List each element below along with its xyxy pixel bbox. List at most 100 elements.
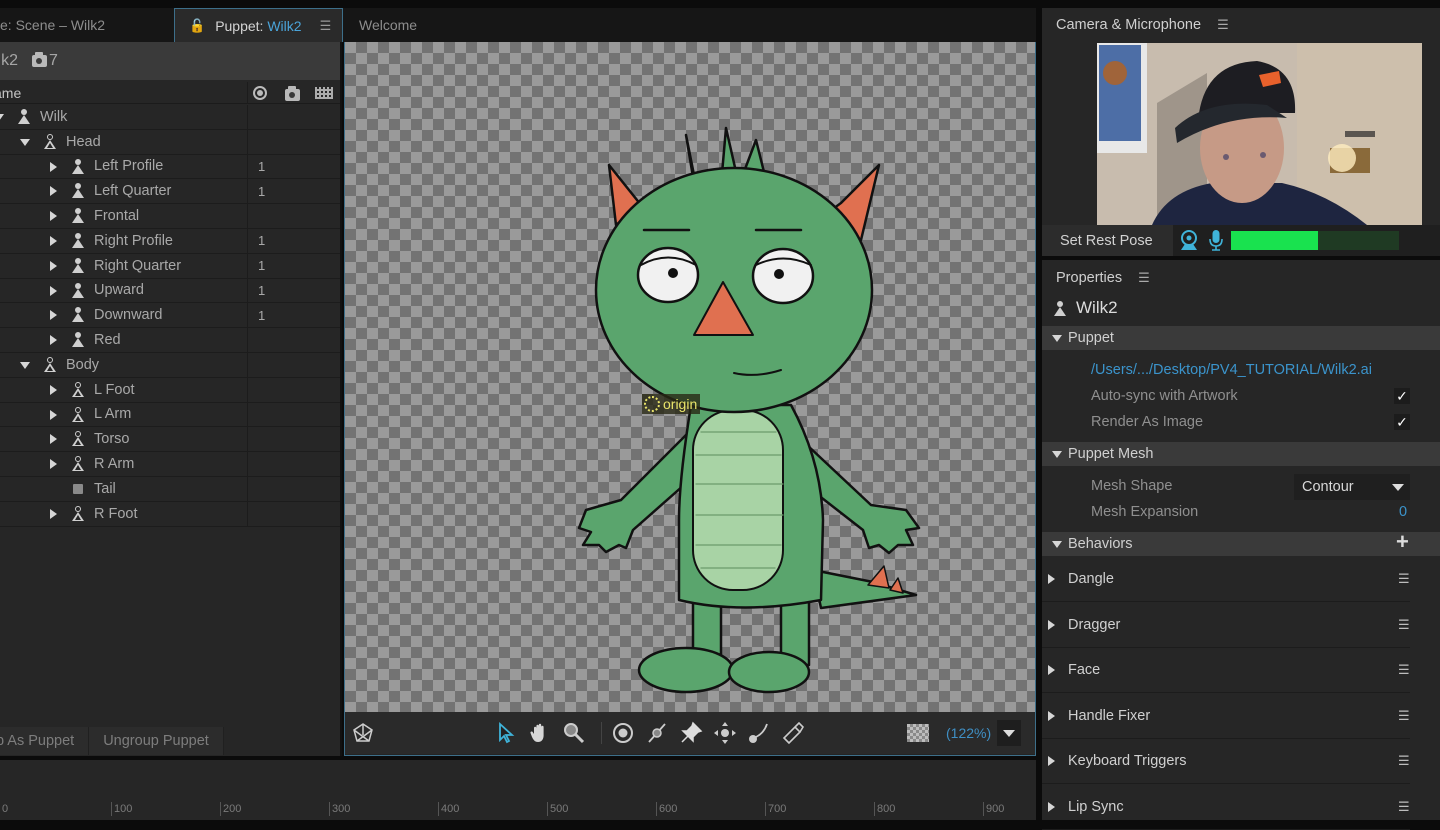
layer-row[interactable]: Left Profile 1 (0, 154, 340, 180)
origin-target-icon[interactable] (611, 721, 635, 745)
group-as-puppet-button[interactable]: p As Puppet (0, 727, 90, 755)
timeline-tick: 600 (656, 802, 677, 816)
puppet-character[interactable] (345, 42, 1035, 712)
lock-open-icon[interactable]: 🔓 (189, 18, 205, 34)
pin-icon[interactable] (679, 721, 703, 745)
add-behavior-button[interactable]: + (1396, 529, 1409, 555)
expand-triangle-icon[interactable] (50, 186, 57, 197)
puppet-icon (72, 332, 84, 348)
layer-row[interactable]: Right Profile 1 (0, 228, 340, 254)
behavior-menu-icon[interactable]: ☰ (1398, 753, 1410, 769)
hand-icon[interactable] (528, 721, 552, 745)
expand-triangle-icon[interactable] (1048, 756, 1055, 767)
expand-triangle-icon[interactable] (50, 459, 57, 470)
microphone-icon[interactable] (1208, 229, 1224, 251)
behavior-item[interactable]: Keyboard Triggers ☰ (1042, 739, 1410, 785)
expand-triangle-icon[interactable] (50, 310, 57, 321)
layer-row[interactable]: R Foot (0, 501, 340, 527)
section-puppet-mesh[interactable]: Puppet Mesh (1042, 442, 1440, 466)
puppet-icon (44, 133, 56, 149)
dragger-icon[interactable] (713, 721, 737, 745)
zoom-level[interactable]: (122%) (946, 725, 991, 741)
expand-triangle-icon[interactable] (50, 161, 57, 172)
stage-canvas[interactable]: origin (345, 42, 1035, 712)
mesh-icon[interactable] (351, 721, 375, 745)
auto-sync-checkbox[interactable]: ✓ (1394, 388, 1410, 404)
behavior-menu-icon[interactable]: ☰ (1398, 708, 1410, 724)
mesh-expansion-value[interactable]: 0 (1399, 504, 1407, 520)
collapse-triangle-icon[interactable] (20, 138, 30, 146)
panel-menu-icon[interactable]: ☰ (1217, 17, 1229, 32)
target-icon[interactable] (253, 86, 267, 100)
expand-triangle-icon[interactable] (1048, 665, 1055, 676)
panel-menu-icon[interactable]: ☰ (1138, 270, 1150, 285)
behavior-menu-icon[interactable]: ☰ (1398, 617, 1410, 633)
layer-name: Upward (94, 282, 144, 299)
set-rest-pose-button[interactable]: Set Rest Pose (1042, 225, 1173, 256)
expand-triangle-icon[interactable] (1048, 802, 1055, 812)
collapse-triangle-icon[interactable] (0, 114, 4, 121)
select-arrow-icon[interactable] (495, 721, 519, 745)
webcam-icon[interactable] (1179, 229, 1199, 251)
chain-icon[interactable] (781, 721, 805, 745)
tab-puppet[interactable]: 🔓 Puppet: Wilk2 ☰ (174, 8, 343, 42)
expand-triangle-icon[interactable] (50, 235, 57, 246)
layer-row[interactable]: Head (0, 129, 340, 155)
expand-triangle-icon[interactable] (1048, 619, 1055, 630)
render-as-image-checkbox[interactable]: ✓ (1394, 414, 1410, 430)
expand-triangle-icon[interactable] (50, 211, 57, 222)
zoom-icon[interactable] (562, 721, 586, 745)
expand-triangle-icon[interactable] (50, 434, 57, 445)
behavior-menu-icon[interactable]: ☰ (1398, 571, 1410, 587)
keyboard-icon[interactable] (315, 87, 333, 99)
behavior-item[interactable]: Dragger ☰ (1042, 603, 1410, 648)
mesh-shape-dropdown[interactable]: Contour (1294, 474, 1410, 500)
behavior-item[interactable]: Lip Sync ☰ (1042, 785, 1410, 830)
draggable-handle-icon[interactable] (747, 721, 771, 745)
layer-row[interactable]: L Arm (0, 402, 340, 428)
layer-row[interactable]: Red (0, 328, 340, 353)
layer-row[interactable]: Right Quarter 1 (0, 253, 340, 279)
layer-row[interactable]: L Foot (0, 377, 340, 403)
expand-triangle-icon[interactable] (50, 409, 57, 420)
expand-triangle-icon[interactable] (50, 260, 57, 271)
behavior-item[interactable]: Face ☰ (1042, 648, 1410, 694)
collapse-icon (1052, 541, 1062, 548)
behavior-item[interactable]: Dangle ☰ (1042, 557, 1410, 602)
layer-row[interactable]: Tail (0, 476, 340, 502)
expand-triangle-icon[interactable] (50, 508, 57, 519)
layer-row[interactable]: Downward 1 (0, 303, 340, 329)
ungroup-puppet-button[interactable]: Ungroup Puppet (89, 727, 224, 755)
section-puppet[interactable]: Puppet (1042, 326, 1440, 350)
section-behaviors[interactable]: Behaviors + (1042, 529, 1440, 556)
transparency-grid-icon[interactable] (907, 724, 929, 742)
layer-row[interactable]: Left Quarter 1 (0, 179, 340, 205)
right-pupil (774, 269, 784, 279)
cell-divider (247, 476, 248, 501)
tab-scene[interactable]: e: Scene – Wilk2 (0, 8, 174, 42)
behavior-menu-icon[interactable]: ☰ (1398, 662, 1410, 678)
layer-row[interactable]: Frontal (0, 204, 340, 229)
stick-icon[interactable] (645, 721, 669, 745)
expand-triangle-icon[interactable] (50, 335, 57, 346)
collapse-triangle-icon[interactable] (20, 361, 30, 369)
layer-row[interactable]: Torso (0, 427, 340, 453)
behavior-menu-icon[interactable]: ☰ (1398, 799, 1410, 815)
tab-welcome[interactable]: Welcome (345, 8, 465, 42)
layer-row[interactable]: R Arm (0, 452, 340, 477)
layer-row[interactable]: Wilk (0, 105, 340, 130)
layer-row[interactable]: Body (0, 352, 340, 378)
tab-label: Puppet: Wilk2 (215, 18, 301, 34)
panel-menu-icon[interactable]: ☰ (320, 18, 332, 34)
timeline[interactable]: 0 100 200 300 400 500 600 700 800 900 (0, 760, 1036, 820)
expand-triangle-icon[interactable] (50, 285, 57, 296)
behavior-item[interactable]: Handle Fixer ☰ (1042, 694, 1410, 739)
expand-triangle-icon[interactable] (50, 384, 57, 395)
camera-icon[interactable] (285, 86, 300, 101)
origin-handle[interactable]: origin (642, 394, 701, 414)
expand-triangle-icon[interactable] (1048, 574, 1055, 584)
zoom-dropdown[interactable] (997, 720, 1021, 746)
artwork-file-path[interactable]: /Users/.../Desktop/PV4_TUTORIAL/Wilk2.ai (1091, 362, 1372, 378)
layer-row[interactable]: Upward 1 (0, 278, 340, 304)
expand-triangle-icon[interactable] (1048, 710, 1055, 721)
